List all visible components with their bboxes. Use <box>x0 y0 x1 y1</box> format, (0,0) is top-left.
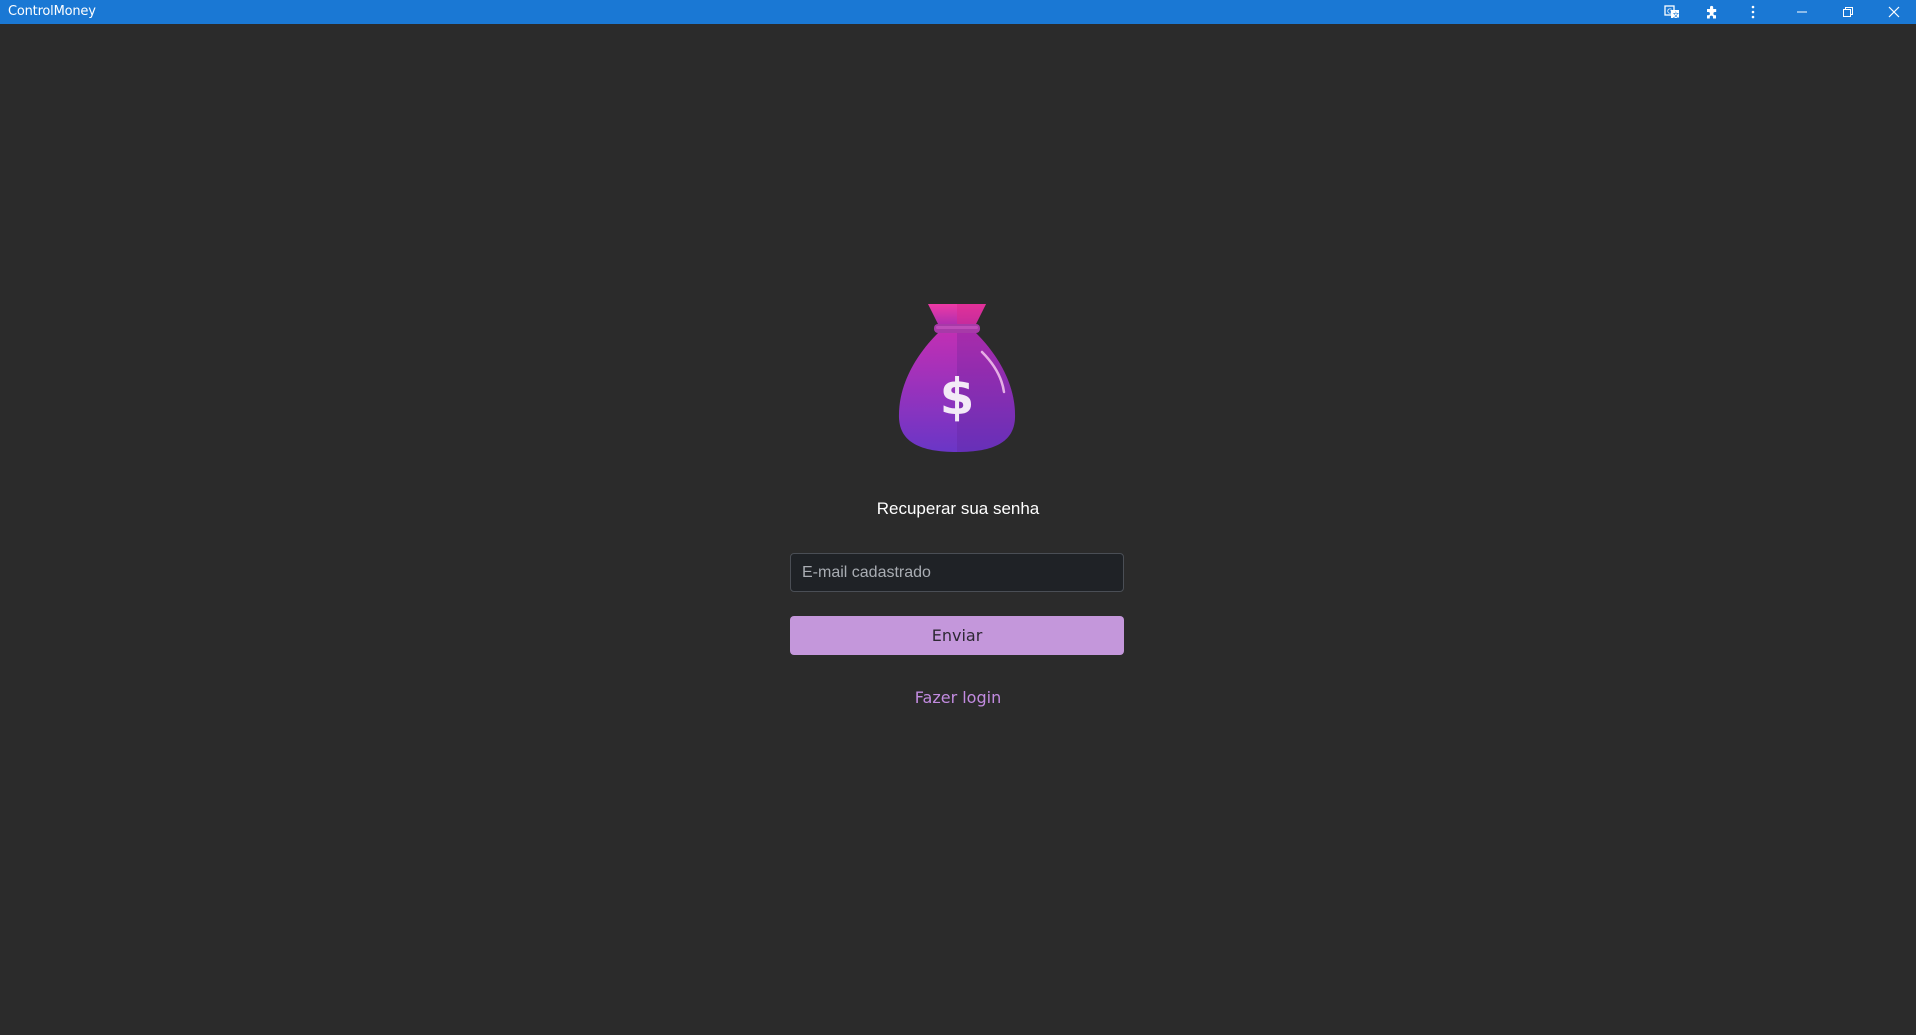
window-title: ControlMoney <box>8 4 96 19</box>
close-icon <box>1888 6 1900 18</box>
submit-button[interactable]: Enviar <box>790 616 1124 655</box>
email-field[interactable] <box>790 553 1124 592</box>
recover-password-page <box>0 24 1916 1035</box>
translate-icon: G 文 <box>1664 5 1680 19</box>
title-bar: ControlMoney G 文 <box>0 0 1916 24</box>
menu-button[interactable] <box>1733 0 1773 24</box>
restore-button[interactable] <box>1828 0 1868 24</box>
svg-text:文: 文 <box>1673 10 1680 19</box>
money-bag-icon: $ <box>898 304 1016 452</box>
minimize-icon <box>1797 11 1807 13</box>
svg-text:$: $ <box>940 368 975 426</box>
page-heading: Recuperar sua senha <box>876 499 1040 518</box>
close-button[interactable] <box>1874 0 1914 24</box>
restore-icon <box>1843 7 1853 17</box>
puzzle-icon <box>1707 5 1717 19</box>
translate-button[interactable]: G 文 <box>1652 0 1692 24</box>
extensions-button[interactable] <box>1692 0 1732 24</box>
minimize-button[interactable] <box>1782 0 1822 24</box>
more-vertical-icon <box>1751 5 1755 19</box>
login-link[interactable]: Fazer login <box>858 688 1058 707</box>
